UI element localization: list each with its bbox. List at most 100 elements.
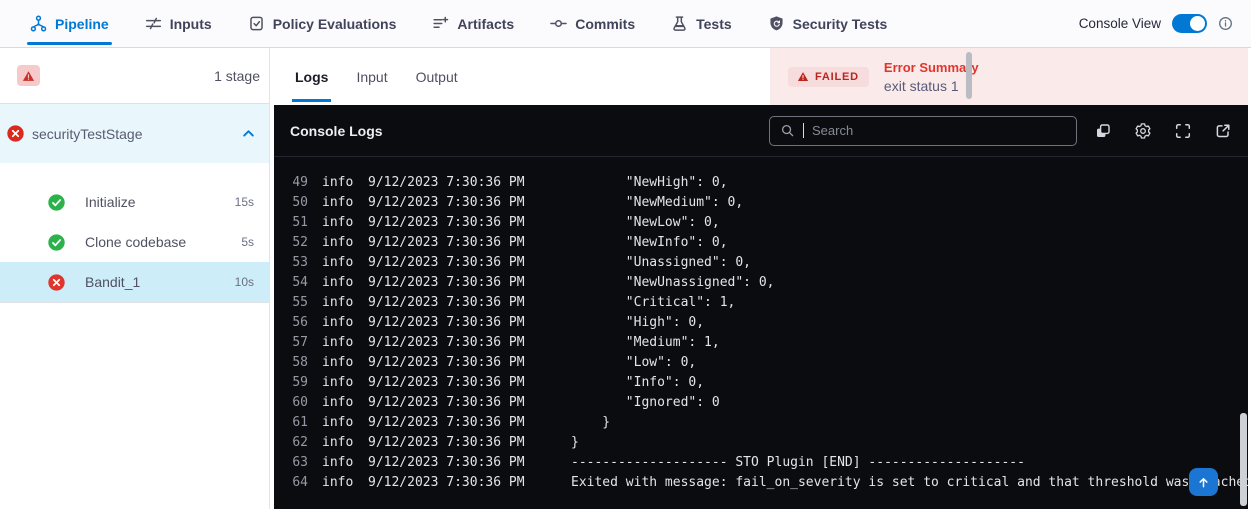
copy-icon[interactable] bbox=[1094, 122, 1112, 140]
log-message: Exited with message: fail_on_severity is… bbox=[571, 473, 1248, 493]
top-navigation-bar: Pipeline Inputs Policy Evaluations Artifact… bbox=[0, 0, 1251, 48]
sidebar-header: 1 stage bbox=[0, 48, 269, 104]
failed-badge-label: FAILED bbox=[815, 71, 859, 83]
step-row-clone-codebase[interactable]: Clone codebase5s bbox=[0, 222, 269, 262]
fullscreen-icon[interactable] bbox=[1174, 122, 1192, 140]
log-line: 57info9/12/2023 7:30:36 PM "Medium": 1, bbox=[286, 333, 1248, 353]
log-level: info bbox=[322, 293, 355, 313]
execution-sidebar: 1 stage securityTestStage Initialize15sC… bbox=[0, 48, 270, 509]
log-level: info bbox=[322, 273, 355, 293]
warning-triangle-icon bbox=[797, 71, 809, 82]
error-summary-message: exit status 1 bbox=[884, 78, 979, 94]
console-logs-panel: Console Logs 49 info 9/12/2023 7:30:36 PM … bbox=[274, 105, 1248, 509]
pipeline-failed-badge bbox=[17, 65, 40, 86]
log-message: } bbox=[571, 433, 579, 453]
step-duration: 10s bbox=[235, 275, 254, 289]
log-message: "NewHigh": 0, bbox=[571, 173, 728, 193]
console-view-label: Console View bbox=[1079, 16, 1161, 31]
pipeline-icon bbox=[30, 15, 47, 32]
step-name: Bandit_1 bbox=[85, 274, 215, 290]
tab-output[interactable]: Output bbox=[416, 48, 458, 105]
log-line: 58info9/12/2023 7:30:36 PM "Low": 0, bbox=[286, 353, 1248, 373]
nav-tab-label: Inputs bbox=[170, 16, 212, 32]
log-message: "NewInfo": 0, bbox=[571, 233, 728, 253]
log-timestamp: 9/12/2023 7:30:36 PM bbox=[368, 353, 521, 373]
console-header: Console Logs bbox=[274, 105, 1248, 157]
chevron-up-icon[interactable] bbox=[241, 126, 256, 141]
nav-tab-tests[interactable]: Tests bbox=[671, 0, 732, 47]
nav-tab-artifacts[interactable]: Artifacts bbox=[432, 0, 514, 47]
log-line: 56info9/12/2023 7:30:36 PM "High": 0, bbox=[286, 313, 1248, 333]
policy-evaluations-icon bbox=[248, 15, 265, 32]
failed-status-icon bbox=[48, 274, 65, 291]
log-line-number: 53 bbox=[286, 253, 308, 273]
log-search-input[interactable] bbox=[812, 123, 1066, 138]
nav-tab-label: Tests bbox=[696, 16, 732, 32]
log-line-number: 52 bbox=[286, 233, 308, 253]
log-timestamp: 9/12/2023 7:30:36 PM bbox=[368, 453, 521, 473]
inputs-icon bbox=[145, 15, 162, 32]
log-timestamp: 9/12/2023 7:30:36 PM bbox=[368, 233, 521, 253]
log-timestamp: 9/12/2023 7:30:36 PM bbox=[368, 273, 521, 293]
log-message: "Ignored": 0 bbox=[571, 393, 720, 413]
log-line: 53info9/12/2023 7:30:36 PM "Unassigned":… bbox=[286, 253, 1248, 273]
console-toolbar bbox=[1094, 122, 1238, 140]
info-icon[interactable] bbox=[1218, 16, 1233, 31]
log-level: info bbox=[322, 253, 355, 273]
console-scrollbar[interactable] bbox=[1240, 413, 1247, 506]
console-view-control: Console View bbox=[1079, 14, 1237, 33]
error-panel-scrollbar[interactable] bbox=[966, 52, 972, 99]
nav-tab-pipeline[interactable]: Pipeline bbox=[30, 0, 109, 47]
nav-tab-label: Artifacts bbox=[457, 16, 514, 32]
tab-logs[interactable]: Logs bbox=[295, 48, 328, 105]
log-level: info bbox=[322, 473, 355, 493]
tab-input[interactable]: Input bbox=[356, 48, 387, 105]
log-message: "NewMedium": 0, bbox=[571, 193, 743, 213]
log-line: 60info9/12/2023 7:30:36 PM "Ignored": 0 bbox=[286, 393, 1248, 413]
log-line: 55info9/12/2023 7:30:36 PM "Critical": 1… bbox=[286, 293, 1248, 313]
log-output: 49 info 9/12/2023 7:30:36 PM "NewHigh": 0,… bbox=[274, 157, 1248, 493]
artifacts-icon bbox=[432, 15, 449, 32]
log-message: "High": 0, bbox=[571, 313, 704, 333]
log-line: 61info9/12/2023 7:30:36 PM } bbox=[286, 413, 1248, 433]
failed-status-icon bbox=[7, 125, 24, 142]
error-summary-panel: FAILED Error Summary exit status 1 bbox=[770, 48, 1251, 105]
search-icon bbox=[780, 123, 795, 138]
log-line: 63info9/12/2023 7:30:36 PM--------------… bbox=[286, 453, 1248, 473]
log-message: "Critical": 1, bbox=[571, 293, 735, 313]
log-line-number: 57 bbox=[286, 333, 308, 353]
text-cursor bbox=[803, 123, 804, 138]
log-timestamp: 9/12/2023 7:30:36 PM bbox=[368, 173, 521, 193]
nav-tab-inputs[interactable]: Inputs bbox=[145, 0, 212, 47]
open-in-new-icon[interactable] bbox=[1214, 122, 1232, 140]
log-level: info bbox=[322, 433, 355, 453]
nav-tab-commits[interactable]: Commits bbox=[550, 0, 635, 47]
log-level: info bbox=[322, 353, 355, 373]
log-level: info bbox=[322, 333, 355, 353]
log-message: "Medium": 1, bbox=[571, 333, 720, 353]
log-timestamp: 9/12/2023 7:30:36 PM bbox=[368, 413, 521, 433]
log-line: 51info9/12/2023 7:30:36 PM "NewLow": 0, bbox=[286, 213, 1248, 233]
nav-tab-security-tests[interactable]: Security Tests bbox=[768, 0, 888, 47]
log-line-number: 49 bbox=[286, 173, 308, 193]
log-line-number: 58 bbox=[286, 353, 308, 373]
log-message: "Unassigned": 0, bbox=[571, 253, 751, 273]
step-row-bandit-1[interactable]: Bandit_1 10s bbox=[0, 262, 269, 302]
top-nav-tabs: Pipeline Inputs Policy Evaluations Artifact… bbox=[30, 0, 887, 47]
step-row-initialize[interactable]: Initialize15s bbox=[0, 182, 269, 222]
log-level: info bbox=[322, 413, 355, 433]
log-search-box[interactable] bbox=[769, 116, 1077, 146]
warning-triangle-icon bbox=[22, 70, 35, 82]
nav-tab-policy-evaluations[interactable]: Policy Evaluations bbox=[248, 0, 397, 47]
arrow-up-icon bbox=[1196, 475, 1211, 490]
tests-icon bbox=[671, 15, 688, 32]
log-line-number: 50 bbox=[286, 193, 308, 213]
nav-tab-label: Pipeline bbox=[55, 16, 109, 32]
settings-gear-icon[interactable] bbox=[1134, 122, 1152, 140]
log-message: -------------------- STO Plugin [END] --… bbox=[571, 453, 1025, 473]
log-line: 64info9/12/2023 7:30:36 PMExited with me… bbox=[286, 473, 1248, 493]
console-view-toggle[interactable] bbox=[1172, 14, 1207, 33]
stage-row-securityteststage[interactable]: securityTestStage bbox=[0, 104, 269, 163]
scroll-to-top-button[interactable] bbox=[1189, 468, 1218, 496]
log-line: 59info9/12/2023 7:30:36 PM "Info": 0, bbox=[286, 373, 1248, 393]
